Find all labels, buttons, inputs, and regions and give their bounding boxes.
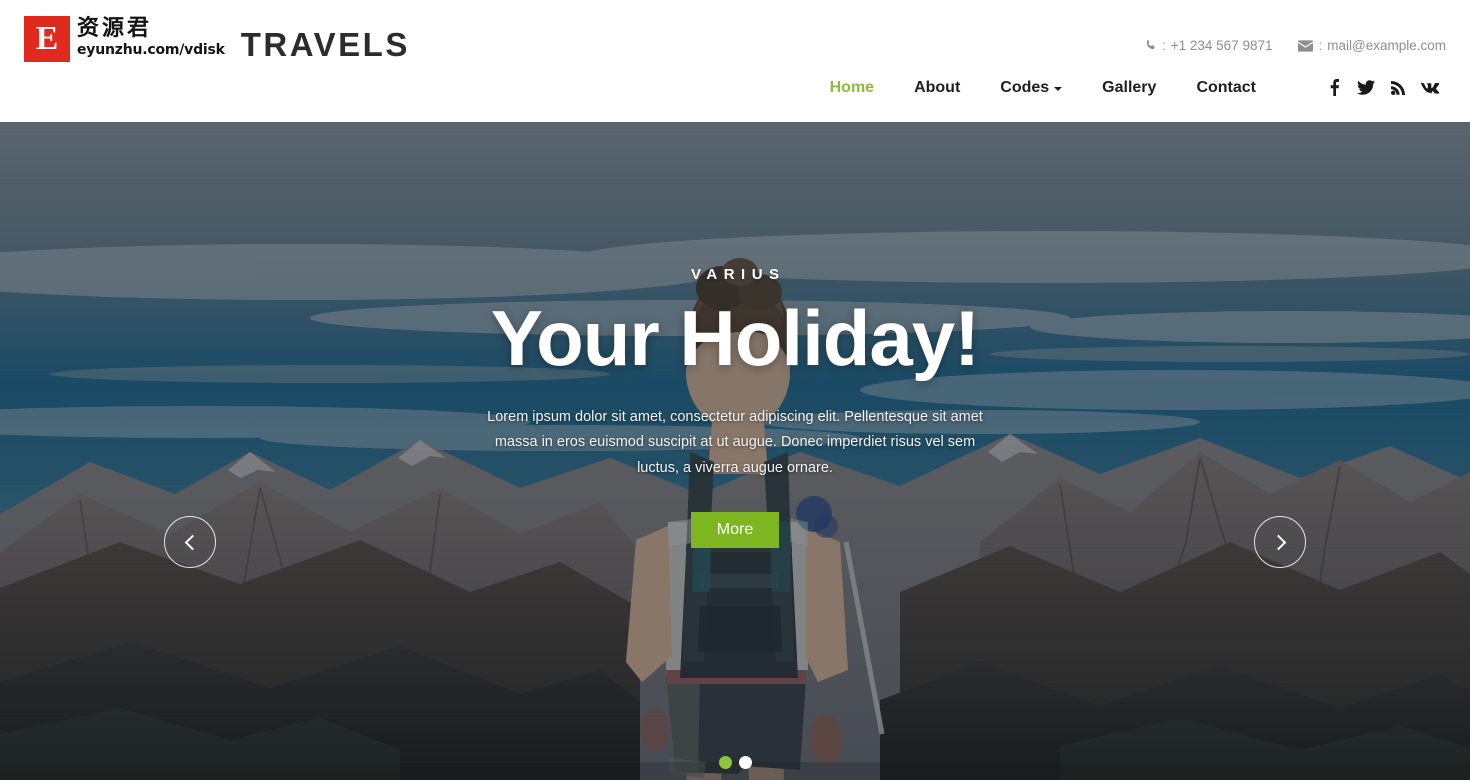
- slider-prev-button[interactable]: [164, 516, 216, 568]
- hero-content: VARIUS Your Holiday! Lorem ipsum dolor s…: [0, 122, 1470, 549]
- nav-item-gallery[interactable]: Gallery: [1082, 72, 1176, 103]
- header-nav-row: Home About Codes Gallery Contact: [810, 72, 1446, 103]
- brand[interactable]: E 资源君 eyunzhu.com/vdisk TRAVELS: [24, 16, 410, 62]
- nav-item-contact[interactable]: Contact: [1176, 72, 1276, 103]
- email-separator: :: [1318, 38, 1323, 53]
- nav-label-home: Home: [829, 79, 875, 96]
- logo-text: 资源君 eyunzhu.com/vdisk: [77, 16, 225, 58]
- nav-item-home[interactable]: Home: [810, 72, 894, 103]
- vk-icon[interactable]: [1414, 75, 1446, 101]
- site-header: E 资源君 eyunzhu.com/vdisk TRAVELS : +1 234…: [0, 0, 1470, 122]
- logo-letter-e: E: [24, 16, 70, 62]
- header-contact-bar: : +1 234 567 9871 : mail@example.com: [1144, 38, 1446, 53]
- phone-icon: [1144, 39, 1157, 52]
- phone-separator: :: [1161, 38, 1166, 53]
- envelope-icon: [1298, 39, 1314, 52]
- rss-icon[interactable]: [1382, 75, 1414, 101]
- phone-number: +1 234 567 9871: [1170, 38, 1273, 53]
- logo-url: eyunzhu.com/vdisk: [77, 41, 225, 58]
- nav-label-gallery: Gallery: [1102, 79, 1157, 96]
- header-phone[interactable]: : +1 234 567 9871: [1144, 38, 1273, 53]
- chevron-down-icon: [1054, 87, 1063, 91]
- nav-label-contact: Contact: [1196, 79, 1256, 96]
- brand-title: TRAVELS: [240, 25, 410, 63]
- nav-item-about[interactable]: About: [894, 72, 980, 103]
- hero-kicker: VARIUS: [690, 266, 786, 283]
- slider-pagination: [0, 756, 1470, 769]
- nav-label-about: About: [914, 79, 961, 96]
- nav-item-codes[interactable]: Codes: [980, 72, 1082, 103]
- twitter-icon[interactable]: [1350, 75, 1382, 101]
- nav-label-codes: Codes: [1000, 79, 1050, 96]
- main-navigation: Home About Codes Gallery Contact: [810, 72, 1276, 103]
- more-button[interactable]: More: [690, 512, 780, 549]
- hero-paragraph: Lorem ipsum dolor sit amet, consectetur …: [487, 408, 983, 476]
- logo-chinese-name: 资源君: [77, 16, 153, 41]
- site-logo[interactable]: E 资源君 eyunzhu.com/vdisk: [24, 16, 225, 62]
- slider-dot-2[interactable]: [738, 756, 752, 769]
- chevron-left-icon: [184, 534, 200, 550]
- email-address: mail@example.com: [1327, 38, 1446, 53]
- facebook-icon[interactable]: [1318, 75, 1350, 101]
- chevron-right-icon: [1270, 534, 1286, 550]
- hero-title: Your Holiday!: [490, 294, 980, 382]
- slider-next-button[interactable]: [1254, 516, 1306, 568]
- hero-slider: VARIUS Your Holiday! Lorem ipsum dolor s…: [0, 122, 1470, 780]
- header-email[interactable]: : mail@example.com: [1298, 38, 1446, 53]
- slider-dot-1[interactable]: [718, 756, 732, 769]
- social-links: [1318, 75, 1446, 101]
